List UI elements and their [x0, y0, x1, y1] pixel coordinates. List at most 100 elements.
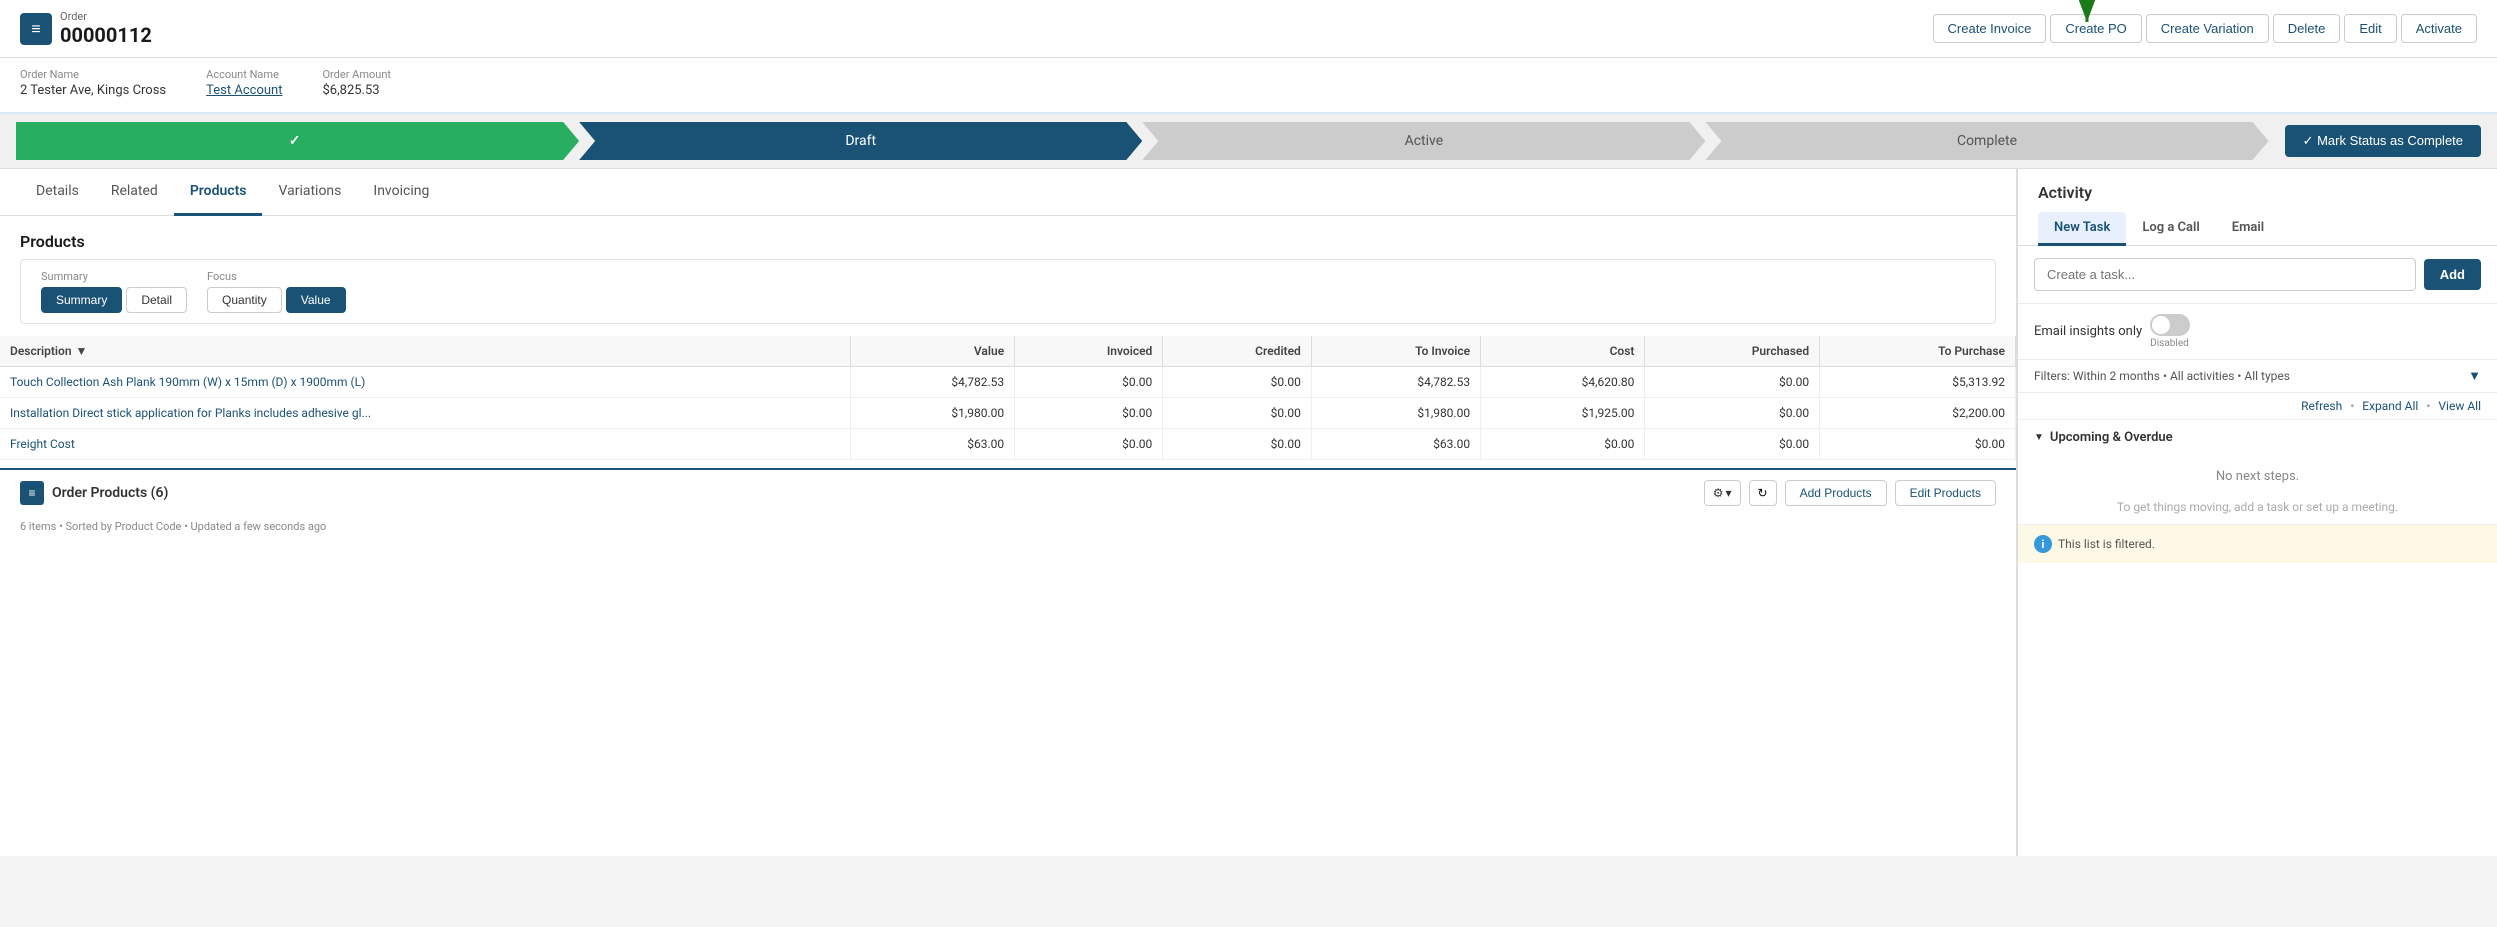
tab-variations[interactable]: Variations: [262, 169, 357, 216]
order-icon: ≡: [20, 13, 52, 45]
tab-invoicing[interactable]: Invoicing: [357, 169, 445, 216]
account-name-link[interactable]: Test Account: [206, 83, 282, 98]
no-steps-sub-text: To get things moving, add a task or set …: [2034, 500, 2481, 514]
tab-log-call[interactable]: Log a Call: [2126, 212, 2215, 246]
row2-value: $1,980.00: [850, 398, 1014, 429]
account-name-field: Account Name Test Account: [206, 68, 282, 98]
value-btn[interactable]: Value: [286, 287, 346, 313]
detail-btn[interactable]: Detail: [126, 287, 187, 313]
meta-row: Order Name 2 Tester Ave, Kings Cross Acc…: [0, 58, 2497, 114]
footer-left: ≡ Order Products (6): [20, 481, 168, 505]
expand-all-link[interactable]: Expand All: [2362, 399, 2418, 413]
row2-description: Installation Direct stick application fo…: [0, 398, 850, 429]
account-name-label: Account Name: [206, 68, 282, 81]
main-tabs: Details Related Products Variations Invo…: [0, 169, 2016, 216]
left-panel: Details Related Products Variations Invo…: [0, 169, 2017, 856]
order-info: ≡ Order 00000112: [20, 10, 152, 47]
row3-to-purchase: $0.00: [1820, 429, 2016, 460]
col-value: Value: [850, 336, 1014, 367]
summary-filter-label: Summary: [41, 270, 187, 283]
tab-products[interactable]: Products: [174, 169, 263, 216]
focus-filter-buttons: Quantity Value: [207, 287, 346, 313]
row3-product-link[interactable]: Freight Cost: [10, 437, 75, 451]
progress-step-active[interactable]: Active: [1142, 122, 1705, 160]
summary-btn[interactable]: Summary: [41, 287, 122, 313]
col-invoiced: Invoiced: [1015, 336, 1163, 367]
focus-filter-group: Focus Quantity Value: [207, 270, 346, 313]
tab-related[interactable]: Related: [95, 169, 174, 216]
row1-product-link[interactable]: Touch Collection Ash Plank 190mm (W) x 1…: [10, 375, 365, 389]
filtered-notice: i This list is filtered.: [2018, 524, 2497, 563]
task-input[interactable]: [2034, 258, 2416, 291]
toggle-knob: [2152, 316, 2170, 334]
row2-purchased: $0.00: [1645, 398, 1820, 429]
col-to-purchase: To Purchase: [1820, 336, 2016, 367]
focus-filter-label: Focus: [207, 270, 346, 283]
order-name-label: Order Name: [20, 68, 166, 81]
mark-complete-button[interactable]: ✓ Mark Status as Complete: [2285, 125, 2481, 157]
progress-bar: ✓ Draft Active Complete ✓ Mark Status as…: [0, 114, 2497, 169]
toggle-switch[interactable]: [2150, 314, 2190, 336]
gear-button[interactable]: ⚙ ▾: [1704, 480, 1741, 506]
products-table: Description ▼ Value Invoiced Credited To…: [0, 336, 2016, 460]
col-cost: Cost: [1481, 336, 1645, 367]
add-products-button[interactable]: Add Products: [1785, 480, 1887, 506]
tab-details[interactable]: Details: [20, 169, 95, 216]
row2-product-link[interactable]: Installation Direct stick application fo…: [10, 406, 371, 420]
edit-products-button[interactable]: Edit Products: [1895, 480, 1996, 506]
footer-right: ⚙ ▾ ↻ Add Products Edit Products: [1704, 480, 1996, 506]
view-all-link[interactable]: View All: [2438, 399, 2481, 413]
toggle-disabled-label: Disabled: [2150, 338, 2190, 349]
row3-value: $63.00: [850, 429, 1014, 460]
upcoming-label: Upcoming & Overdue: [2050, 430, 2173, 445]
upcoming-header[interactable]: ▼ Upcoming & Overdue: [2034, 430, 2481, 445]
refresh-button[interactable]: ↻: [1749, 480, 1777, 506]
order-name-value: 2 Tester Ave, Kings Cross: [20, 83, 166, 98]
create-invoice-button[interactable]: Create Invoice: [1933, 14, 2047, 43]
order-details: Order 00000112: [60, 10, 152, 47]
filters-row: Filters: Within 2 months • All activitie…: [2018, 360, 2497, 393]
refresh-link[interactable]: Refresh: [2301, 399, 2342, 413]
progress-step-complete[interactable]: Complete: [1705, 122, 2268, 160]
chevron-down-icon: ▼: [2034, 432, 2044, 443]
table-row: Freight Cost $63.00 $0.00 $0.00 $63.00 $…: [0, 429, 2016, 460]
create-po-button[interactable]: Create PO: [2050, 14, 2141, 43]
activity-header: Activity New Task Log a Call Email: [2018, 169, 2497, 246]
filter-row: Summary Summary Detail Focus Quantity: [20, 259, 1996, 324]
activate-button[interactable]: Activate: [2401, 14, 2477, 43]
row2-credited: $0.00: [1163, 398, 1312, 429]
order-amount-label: Order Amount: [322, 68, 391, 81]
row1-purchased: $0.00: [1645, 367, 1820, 398]
row1-to-invoice: $4,782.53: [1311, 367, 1480, 398]
order-products-footer: ≡ Order Products (6) ⚙ ▾ ↻ Add Products …: [0, 468, 2016, 516]
col-to-invoice: To Invoice: [1311, 336, 1480, 367]
filter-icon[interactable]: ▼: [2468, 368, 2481, 384]
delete-button[interactable]: Delete: [2273, 14, 2341, 43]
email-insights-label: Email insights only: [2034, 324, 2142, 339]
row1-cost: $4,620.80: [1481, 367, 1645, 398]
row3-cost: $0.00: [1481, 429, 1645, 460]
email-insights-toggle-wrap: Email insights only Disabled: [2034, 314, 2190, 349]
row3-credited: $0.00: [1163, 429, 1312, 460]
info-icon: i: [2034, 535, 2052, 553]
row2-to-purchase: $2,200.00: [1820, 398, 2016, 429]
edit-button[interactable]: Edit: [2344, 14, 2396, 43]
progress-step-check: ✓: [16, 122, 579, 160]
email-insights-toggle[interactable]: Disabled: [2150, 314, 2190, 349]
quantity-btn[interactable]: Quantity: [207, 287, 282, 313]
row3-invoiced: $0.00: [1015, 429, 1163, 460]
sort-icon[interactable]: ▼: [76, 344, 88, 358]
add-task-button[interactable]: Add: [2424, 259, 2481, 290]
progress-step-draft[interactable]: Draft: [579, 122, 1142, 160]
create-variation-button[interactable]: Create Variation: [2146, 14, 2269, 43]
tab-email[interactable]: Email: [2216, 212, 2280, 246]
footer-subtitle: 6 items • Sorted by Product Code • Updat…: [0, 516, 2016, 537]
activity-tabs: New Task Log a Call Email: [2038, 212, 2477, 245]
refresh-icon: ↻: [1758, 486, 1768, 500]
footer-icon: ≡: [20, 481, 44, 505]
tab-new-task[interactable]: New Task: [2038, 212, 2126, 246]
col-purchased: Purchased: [1645, 336, 1820, 367]
header-actions: Create Invoice Create PO Create Variatio…: [1933, 14, 2477, 43]
order-number: 00000112: [60, 23, 152, 47]
order-amount-value: $6,825.53: [322, 83, 379, 98]
